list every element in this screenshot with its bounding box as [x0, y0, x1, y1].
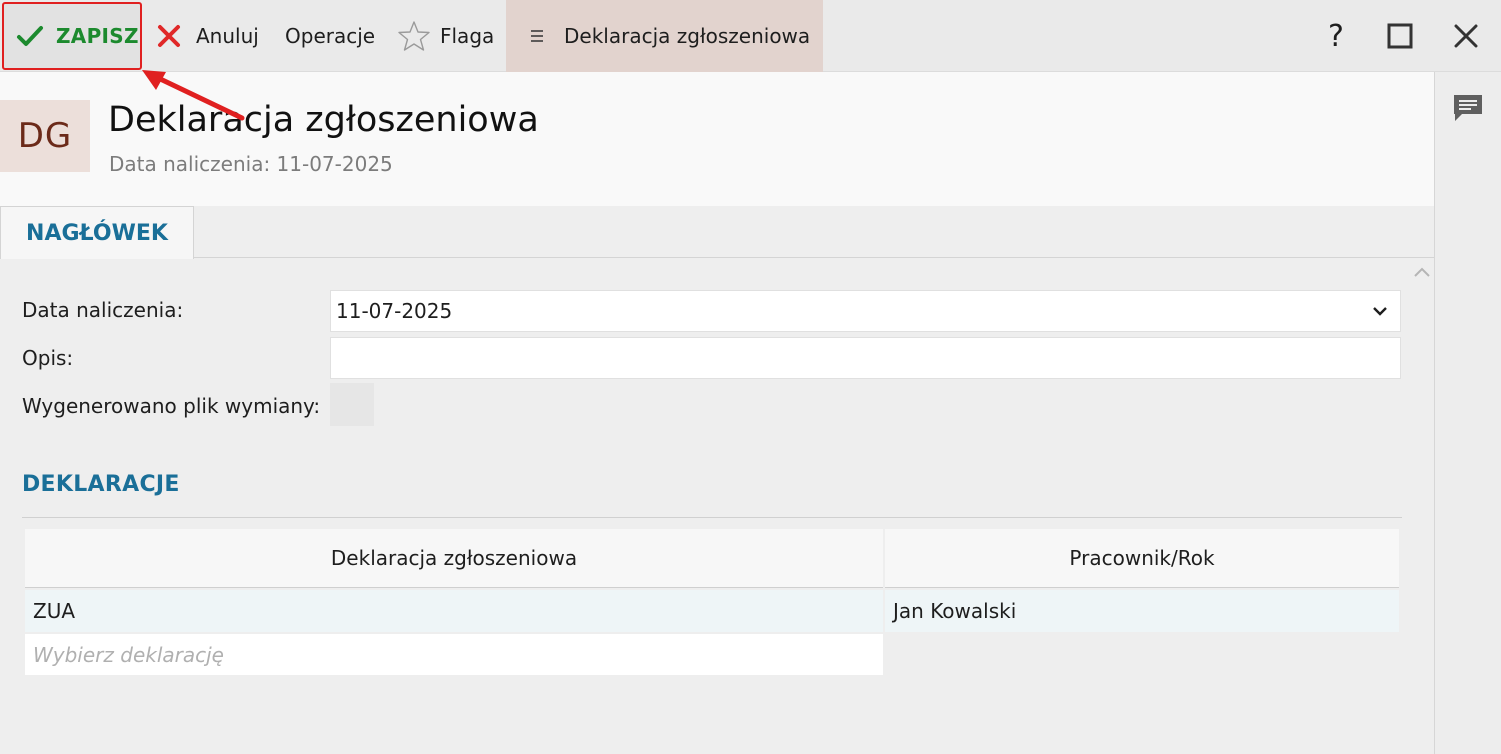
- avatar: DG: [0, 100, 90, 172]
- save-button-label: ZAPISZ: [56, 24, 139, 48]
- side-panel: [1434, 72, 1501, 754]
- document-tab-label: Deklaracja zgłoszeniowa: [564, 24, 811, 48]
- table-row-cell-employee-year[interactable]: Jan Kowalski: [885, 590, 1399, 632]
- operations-button-label: Operacje: [285, 24, 376, 48]
- date-label: Data naliczenia:: [22, 298, 184, 322]
- cancel-button[interactable]: Anuluj: [156, 0, 259, 72]
- operations-button[interactable]: Operacje: [285, 0, 375, 72]
- column-header-declaration[interactable]: Deklaracja zgłoszeniowa: [25, 529, 883, 588]
- document-tab[interactable]: Deklaracja zgłoszeniowa: [506, 0, 823, 72]
- flag-button-label: Flaga: [440, 24, 495, 48]
- description-label: Opis:: [22, 346, 74, 370]
- maximize-button[interactable]: [1385, 0, 1415, 72]
- page-title: Deklaracja zgłoszeniowa: [108, 100, 539, 140]
- description-input[interactable]: [330, 337, 1401, 379]
- exchange-file-label: Wygenerowano plik wymiany:: [22, 394, 321, 418]
- date-select[interactable]: 11-07-2025: [330, 290, 1401, 332]
- save-button[interactable]: ZAPISZ: [2, 2, 142, 70]
- maximize-icon: [1387, 23, 1413, 49]
- hamburger-icon: [531, 30, 543, 42]
- help-button[interactable]: ?: [1322, 0, 1350, 72]
- check-icon: [17, 26, 43, 46]
- close-button[interactable]: [1450, 0, 1482, 72]
- new-row-input[interactable]: Wybierz deklarację: [25, 634, 883, 675]
- comment-icon[interactable]: [1451, 92, 1485, 124]
- page-subtitle: Data naliczenia: 11-07-2025: [109, 152, 393, 176]
- close-icon: [1454, 24, 1478, 48]
- section-title: DEKLARACJE: [22, 472, 180, 497]
- section-divider: [22, 517, 1402, 518]
- tab-naglowek[interactable]: NAGŁÓWEK: [0, 206, 194, 259]
- exchange-file-checkbox[interactable]: [330, 383, 374, 426]
- x-icon: [158, 25, 180, 47]
- table-row-cell-declaration[interactable]: ZUA: [25, 590, 883, 632]
- question-icon: ?: [1328, 18, 1344, 54]
- column-header-employee-year[interactable]: Pracownik/Rok: [885, 529, 1399, 588]
- chevron-up-icon[interactable]: [1412, 264, 1432, 280]
- star-icon: [398, 21, 430, 51]
- flag-button[interactable]: Flaga: [398, 0, 494, 72]
- date-value: 11-07-2025: [336, 299, 453, 323]
- tab-strip: NAGŁÓWEK: [0, 206, 1434, 259]
- record-header: DG Deklaracja zgłoszeniowa Data naliczen…: [0, 72, 1434, 206]
- toolbar: ZAPISZ Anuluj Operacje Flaga Deklaracja …: [0, 0, 1501, 72]
- chevron-down-icon[interactable]: [1372, 304, 1388, 318]
- cancel-button-label: Anuluj: [196, 24, 259, 48]
